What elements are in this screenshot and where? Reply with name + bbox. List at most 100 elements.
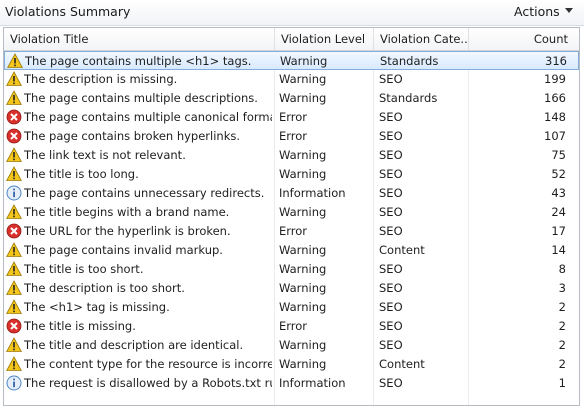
cell-violation-level: Warning (280, 54, 328, 68)
cell-violation-title: The page contains multiple <h1> tags. (25, 54, 252, 68)
cell-violation-category: SEO (379, 167, 403, 181)
cell-count: 316 (545, 54, 567, 68)
cell-count: 24 (551, 205, 566, 219)
violations-table[interactable]: Violation Title Violation Level Violatio… (3, 27, 580, 406)
cell-count: 17 (551, 224, 566, 238)
table-row[interactable]: The title is too long. Warning SEO 52 (4, 165, 579, 184)
cell-violation-category: SEO (379, 129, 403, 143)
table-row[interactable]: The page contains multiple descriptions.… (4, 89, 579, 108)
cell-violation-title: The title and description are identical. (24, 338, 244, 352)
cell-violation-title: The page contains multiple canonical for… (24, 110, 272, 124)
cell-count: 199 (544, 72, 566, 86)
cell-violation-title: The page contains multiple descriptions. (24, 91, 258, 105)
table-row[interactable]: The <h1> tag is missing. Warning SEO 2 (4, 298, 579, 317)
cell-violation-title: The request is disallowed by a Robots.tx… (24, 376, 272, 390)
cell-violation-level: Error (279, 319, 308, 333)
cell-violation-category: SEO (379, 281, 403, 295)
error-icon (6, 223, 22, 239)
cell-count: 2 (558, 300, 566, 314)
cell-count: 8 (558, 262, 566, 276)
table-row[interactable]: The content type for the resource is inc… (4, 355, 579, 374)
cell-violation-category: SEO (379, 148, 403, 162)
table-row[interactable]: The page contains unnecessary redirects.… (4, 184, 579, 203)
cell-violation-category: SEO (379, 72, 403, 86)
warning-icon (6, 261, 22, 277)
chevron-down-icon[interactable] (565, 8, 573, 14)
cell-violation-category: Content (379, 243, 425, 257)
warning-icon (6, 204, 22, 220)
cell-violation-level: Warning (279, 300, 327, 314)
cell-violation-title: The description is missing. (24, 72, 178, 86)
table-row[interactable]: The page contains broken hyperlinks. Erro… (4, 127, 579, 146)
cell-violation-title: The content type for the resource is inc… (24, 357, 272, 371)
cell-count: 2 (558, 338, 566, 352)
cell-count: 1 (558, 376, 566, 390)
table-row[interactable]: The page contains multiple canonical for… (4, 108, 579, 127)
cell-violation-level: Warning (279, 262, 327, 276)
cell-violation-title: The link text is not relevant. (24, 148, 186, 162)
table-row[interactable]: The title is too short. Warning SEO 8 (4, 260, 579, 279)
column-header-count[interactable]: Count (469, 28, 579, 50)
cell-violation-category: SEO (379, 300, 403, 314)
cell-violation-level: Warning (279, 281, 327, 295)
warning-icon (6, 90, 22, 106)
cell-violation-category: SEO (379, 186, 403, 200)
table-row[interactable]: The URL for the hyperlink is broken. Erro… (4, 222, 579, 241)
cell-violation-level: Information (279, 376, 346, 390)
column-header-row: Violation Title Violation Level Violatio… (4, 28, 579, 51)
warning-icon (6, 71, 22, 87)
cell-violation-level: Warning (279, 148, 327, 162)
cell-violation-title: The URL for the hyperlink is broken. (24, 224, 231, 238)
column-header-violation-title[interactable]: Violation Title (4, 28, 275, 50)
cell-violation-title: The <h1> tag is missing. (24, 300, 170, 314)
table-row[interactable]: The request is disallowed by a Robots.tx… (4, 374, 579, 393)
cell-violation-level: Warning (279, 357, 327, 371)
panel-header: Violations Summary Actions (0, 0, 584, 26)
table-row[interactable]: The description is too short. Warning SEO 3 (4, 279, 579, 298)
cell-count: 2 (558, 319, 566, 333)
table-row[interactable]: The link text is not relevant. Warning SEO… (4, 146, 579, 165)
cell-violation-category: SEO (379, 110, 403, 124)
warning-icon (6, 166, 22, 182)
cell-count: 166 (544, 91, 566, 105)
warning-icon (6, 147, 22, 163)
cell-count: 43 (551, 186, 566, 200)
cell-violation-level: Error (279, 110, 308, 124)
cell-count: 14 (551, 243, 566, 257)
cell-violation-level: Warning (279, 167, 327, 181)
cell-violation-level: Warning (279, 338, 327, 352)
cell-violation-category: SEO (379, 262, 403, 276)
info-icon (6, 185, 22, 201)
table-row[interactable]: The page contains invalid markup. Warning… (4, 241, 579, 260)
cell-count: 75 (551, 148, 566, 162)
cell-violation-category: Standards (379, 91, 438, 105)
cell-violation-level: Error (279, 129, 308, 143)
cell-violation-category: SEO (379, 338, 403, 352)
actions-menu-button[interactable]: Actions (514, 4, 560, 19)
warning-icon (6, 299, 22, 315)
panel-title: Violations Summary (5, 4, 131, 19)
table-row[interactable]: The title is missing. Error SEO 2 (4, 317, 579, 336)
cell-violation-category: SEO (379, 319, 403, 333)
cell-violation-category: Content (379, 357, 425, 371)
table-row[interactable]: The description is missing. Warning SEO 199 (4, 70, 579, 89)
cell-violation-level: Warning (279, 243, 327, 257)
cell-violation-title: The title is too long. (24, 167, 139, 181)
error-icon (6, 109, 22, 125)
cell-violation-title: The description is too short. (24, 281, 185, 295)
cell-violation-level: Warning (279, 205, 327, 219)
cell-violation-title: The page contains unnecessary redirects. (24, 186, 265, 200)
cell-violation-title: The title is missing. (24, 319, 136, 333)
cell-violation-category: SEO (379, 376, 403, 390)
cell-violation-title: The title begins with a brand name. (24, 205, 230, 219)
column-header-violation-category[interactable]: Violation Cate... (374, 28, 469, 50)
cell-violation-title: The title is too short. (24, 262, 144, 276)
column-header-violation-level[interactable]: Violation Level (275, 28, 374, 50)
cell-violation-category: Standards (380, 54, 439, 68)
table-row[interactable]: The page contains multiple <h1> tags. War… (4, 51, 579, 70)
table-row[interactable]: The title begins with a brand name. Warni… (4, 203, 579, 222)
info-icon (6, 375, 22, 391)
cell-count: 107 (544, 129, 566, 143)
table-row[interactable]: The title and description are identical.… (4, 336, 579, 355)
cell-violation-level: Information (279, 186, 346, 200)
